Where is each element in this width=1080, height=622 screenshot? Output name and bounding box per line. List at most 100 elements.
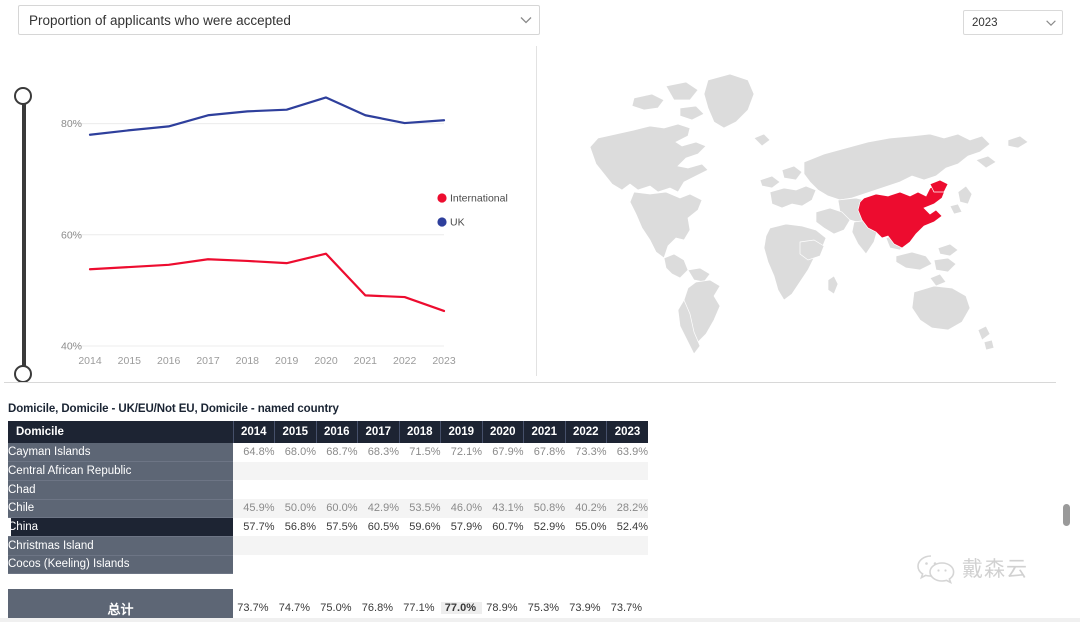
total-label: 总计 [107,602,134,618]
total-cell: 78.9% [486,602,518,614]
table-cell [440,480,482,500]
total-cell: 77.0% [440,602,482,614]
table-header-year[interactable]: 2014 [233,421,275,443]
table-cell [357,461,399,481]
table-cell: 67.8% [523,443,565,462]
table-cell: 60.7% [482,517,524,537]
table-cell: 57.9% [440,517,482,537]
table-row[interactable]: Cocos (Keeling) Islands [8,555,648,575]
total-cell: 75.0% [320,602,352,614]
series-lines [88,96,446,313]
table-cell: 45.9% [233,499,275,518]
legend-label[interactable]: International [450,193,508,205]
table-cell [606,480,648,500]
x-axis-tick: 2022 [393,355,417,367]
y-axis-tick: 60% [61,229,82,241]
table-cell [482,555,524,574]
x-axis-tick: 2017 [196,355,220,367]
table-header-year[interactable]: 2022 [565,421,607,443]
table-body[interactable]: Cayman Islands 64.8% 68.0% 68.7% 68.3% 71.5% 7… [8,443,648,575]
table-cell [233,536,275,556]
series-line-international [88,252,446,313]
table-cell [523,480,565,500]
watermark-text: 戴森云 [962,557,1028,581]
table-cell [274,536,316,556]
wechat-icon [917,555,955,584]
table-row[interactable]: China 57.7% 56.8% 57.5% 60.5% 59.6% 57.9% 60.7%… [8,517,648,537]
table-cell [565,555,607,574]
table-cell: 67.9% [482,443,524,462]
table-cell: 56.8% [274,517,316,537]
year-dropdown[interactable]: 2023 [963,10,1063,35]
table-header-year[interactable]: 2019 [440,421,483,443]
x-axis-tick: 2016 [157,355,181,367]
world-map-svg [589,73,1029,355]
table-cell: 71.5% [399,443,441,462]
table-cell [357,480,399,500]
table-header-year[interactable]: 2015 [274,421,317,443]
total-cell: 75.3% [527,602,559,614]
table-cell [482,461,524,481]
table-row[interactable]: Christmas Island [8,536,648,556]
measure-dropdown[interactable]: Proportion of applicants who were accept… [18,5,540,35]
world-map-panel[interactable] [538,42,1080,382]
table-header-domicile[interactable]: Domicile [8,421,234,443]
slider-handle-lower[interactable] [14,365,32,383]
slider-track[interactable] [22,95,26,375]
y-axis-range-slider[interactable] [14,87,34,383]
table-header-year[interactable]: 2023 [606,421,648,443]
table-cell [233,555,275,574]
table-header-year[interactable]: 2021 [523,421,566,443]
table-row[interactable]: Cayman Islands 64.8% 68.0% 68.7% 68.3% 71.5% 7… [8,443,648,463]
row-label: Christmas Island [8,536,233,556]
table-header-year[interactable]: 2017 [357,421,400,443]
table-cell [233,480,275,500]
row-label: Cocos (Keeling) Islands [8,555,233,575]
table-cell [357,536,399,556]
gridlines [70,123,444,347]
line-chart-panel: 40% 60% 80% 2014 2015 2016 2017 2018 2019 2020 20… [0,42,536,383]
x-axis-tick: 2021 [354,355,378,367]
table-cell [606,461,648,481]
line-chart-svg: 40%60%80% 2014 2015 2016 2017 2018 2019 2020 20… [61,96,508,367]
table-total-row: 总计 73.7% 74.7% 75.0% 76.8% 77.1% 77.0% 78.9% 75… [8,596,648,620]
total-cell: 73.9% [569,602,601,614]
table-header-year[interactable]: 2018 [399,421,441,443]
table-cell: 52.9% [523,517,565,537]
table-cell: 50.0% [274,499,316,518]
total-cell: 77.1% [403,602,435,614]
table-header-row: Domicile 2014 2015 2016 2017 2018 2019 2020 2021… [8,421,648,443]
x-axis-tick: 2020 [314,355,338,367]
slider-handle-upper[interactable] [14,87,32,105]
panel-divider-horizontal [4,382,1056,383]
table-cell: 57.7% [233,517,275,537]
table-cell: 68.3% [357,443,399,462]
table-row[interactable]: Chile 45.9% 50.0% 60.0% 42.9% 53.5% 46.0% 43.1%… [8,499,648,519]
table-cell: 59.6% [399,517,441,537]
legend-swatch[interactable] [437,217,447,227]
table-row[interactable]: Central African Republic [8,461,648,481]
domicile-table[interactable]: Domicile 2014 2015 2016 2017 2018 2019 2020 2021… [8,421,648,611]
panel-divider-vertical [536,46,537,376]
table-cell [606,536,648,556]
table-header-year[interactable]: 2016 [316,421,358,443]
table-cell [565,461,607,481]
table-cell: 68.7% [316,443,358,462]
x-axis-tick: 2014 [78,355,102,367]
table-cell [482,536,524,556]
table-cell [523,461,565,481]
table-cell: 57.5% [316,517,358,537]
table-cell [523,555,565,574]
table-cell [523,536,565,556]
table-cell: 72.1% [440,443,482,462]
y-axis-tick: 40% [61,341,82,353]
table-cell: 52.4% [606,517,648,537]
table-title: Domicile, Domicile - UK/EU/Not EU, Domic… [8,403,339,415]
vertical-scrollbar-thumb[interactable] [1063,504,1070,526]
legend-swatch[interactable] [437,193,447,203]
row-label: Central African Republic [8,461,233,481]
legend-label[interactable]: UK [450,217,465,229]
x-axis-tick: 2023 [432,355,456,367]
table-header-year[interactable]: 2020 [482,421,524,443]
table-row[interactable]: Chad [8,480,648,500]
